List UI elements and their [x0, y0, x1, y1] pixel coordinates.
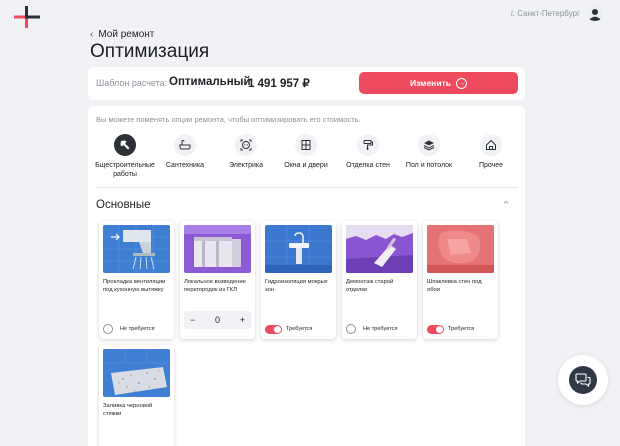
option-toggle[interactable]: [265, 324, 282, 334]
window-icon: [295, 134, 317, 156]
tab-electrics[interactable]: Электрика: [221, 134, 271, 170]
house-icon: [480, 134, 502, 156]
tab-label: Сантехника: [165, 162, 205, 169]
tab-other[interactable]: Прочее: [466, 134, 516, 170]
top-bar: г. Санкт-Петербург: [0, 0, 620, 30]
option-card[interactable]: Заливка черновой стяжки: [99, 345, 174, 446]
logo-icon[interactable]: [14, 6, 40, 28]
option-status: Не требуется: [120, 326, 155, 332]
increment-button[interactable]: +: [240, 315, 245, 325]
options-panel: Вы можете поменять опции ремонта, чтобы …: [88, 106, 525, 446]
city-selector[interactable]: г. Санкт-Петербург: [511, 9, 580, 18]
ventilation-image: [103, 225, 170, 273]
option-name: Прокладка вентиляции под кухонную вытяжк…: [103, 279, 166, 293]
option-name: Демонтаж старой отделки: [346, 279, 394, 293]
page-title: Оптимизация: [90, 41, 210, 62]
quantity-stepper: − 0 +: [184, 311, 251, 329]
bathtub-icon: [174, 134, 196, 156]
template-bar: Шаблон расчета: Оптимальный 1 491 957 ₽ …: [88, 67, 525, 100]
user-icon[interactable]: [587, 6, 603, 22]
tab-plumbing[interactable]: Сантехника: [160, 134, 210, 170]
paint-roller-icon: [357, 134, 379, 156]
option-control: Требуется: [265, 323, 312, 335]
chevron-up-icon[interactable]: ⌄: [502, 198, 510, 209]
change-template-button[interactable]: Изменить →: [359, 72, 518, 94]
option-card[interactable]: Прокладка вентиляции под кухонную вытяжк…: [99, 221, 174, 339]
tab-label: Отделка стен: [346, 162, 390, 169]
tab-label-line2: работы: [113, 171, 137, 178]
option-status: Не требуется: [363, 326, 398, 332]
partitions-image: [184, 225, 251, 273]
tab-label: Прочее: [478, 162, 504, 169]
option-control: Не требуется: [346, 323, 398, 335]
template-name: Оптимальный: [169, 76, 251, 88]
option-radio[interactable]: [103, 324, 113, 334]
waterproofing-image: [265, 225, 332, 273]
tab-floor-ceiling[interactable]: Пол и потолок: [404, 134, 454, 170]
option-name: Заливка черновой стяжки: [103, 403, 153, 417]
back-link[interactable]: ‹ Мой ремонт: [90, 29, 154, 40]
divider: [96, 187, 518, 188]
option-name: Локальное возведение перегородок из ГКЛ: [184, 279, 246, 293]
option-card[interactable]: Шпаклевка стен под обои Требуется: [423, 221, 498, 339]
tab-label: Электрика: [228, 162, 264, 169]
hammer-icon: [114, 134, 136, 156]
tab-windows-doors[interactable]: Окна и двери: [281, 134, 331, 170]
option-toggle[interactable]: [427, 324, 444, 334]
option-status: Требуется: [286, 326, 313, 332]
putty-image: [427, 225, 494, 273]
hint-text: Вы можете поменять опции ремонта, чтобы …: [96, 115, 361, 124]
option-control: Требуется: [427, 323, 474, 335]
quantity-value[interactable]: 0: [215, 315, 220, 325]
option-control: Не требуется: [103, 323, 155, 335]
section-title: Основные: [96, 199, 151, 211]
chat-button[interactable]: [558, 355, 608, 405]
dismantling-image: [346, 225, 413, 273]
change-template-label: Изменить: [410, 78, 451, 88]
option-name: Гидроизоляция мокрых зон: [265, 279, 328, 293]
tab-general-works[interactable]: Бщестроительные работы: [95, 134, 155, 179]
option-radio[interactable]: [346, 324, 356, 334]
tab-label: Бщестроительные: [95, 162, 155, 169]
option-status: Требуется: [448, 326, 475, 332]
tab-label: Окна и двери: [284, 162, 328, 169]
back-link-label: Мой ремонт: [98, 29, 155, 40]
decrement-button[interactable]: −: [190, 315, 195, 325]
tab-label: Пол и потолок: [405, 162, 453, 169]
template-price: 1 491 957 ₽: [248, 78, 310, 90]
chevron-left-icon: ‹: [90, 29, 94, 40]
category-tabs: Бщестроительные работы Сантехника Электри…: [88, 134, 525, 184]
arrow-right-icon: →: [455, 77, 467, 89]
option-card[interactable]: Демонтаж старой отделки Не требуется: [342, 221, 417, 339]
socket-icon: [235, 134, 257, 156]
option-card[interactable]: Локальное возведение перегородок из ГКЛ …: [180, 221, 255, 339]
option-name: Шпаклевка стен под обои: [427, 279, 482, 293]
screed-image: [103, 349, 170, 397]
template-label: Шаблон расчета:: [96, 78, 168, 88]
tab-wall-finishing[interactable]: Отделка стен: [343, 134, 393, 170]
option-card[interactable]: Гидроизоляция мокрых зон Требуется: [261, 221, 336, 339]
layers-icon: [418, 134, 440, 156]
chat-icon: [569, 366, 597, 394]
